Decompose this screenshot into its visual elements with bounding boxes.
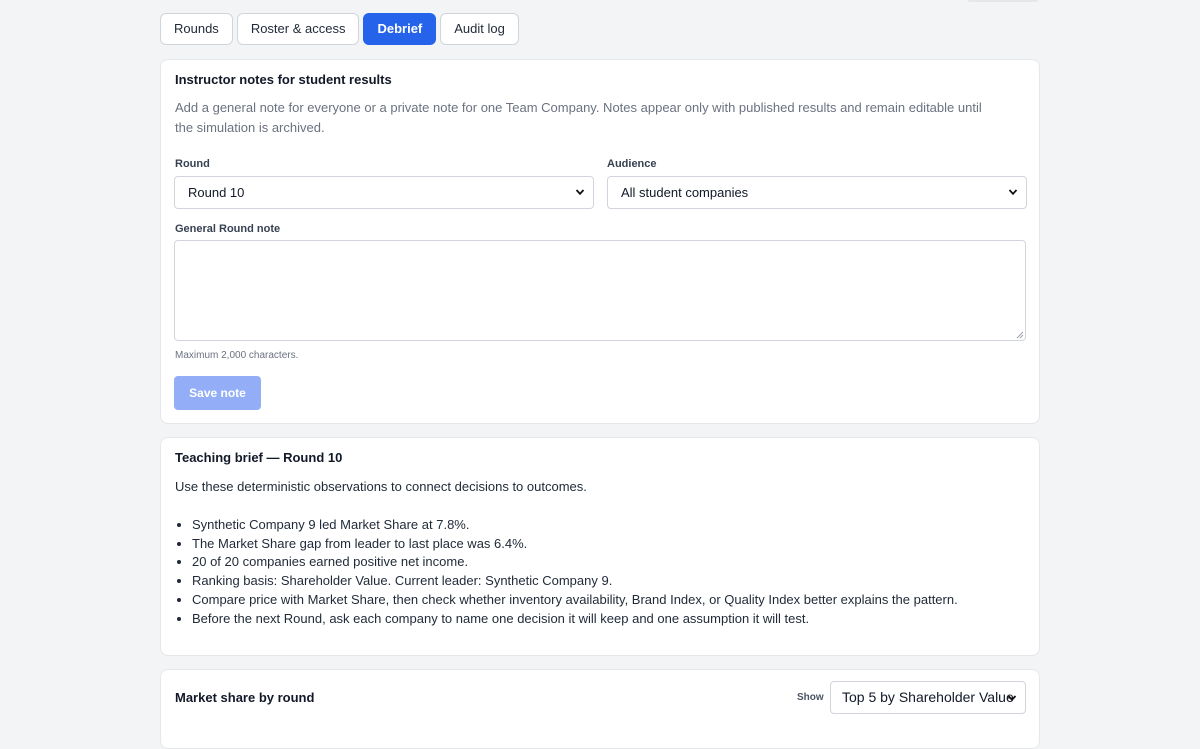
list-item: Synthetic Company 9 led Market Share at …	[192, 516, 958, 535]
list-item: 20 of 20 companies earned positive net i…	[192, 553, 958, 572]
show-select[interactable]: Top 5 by Shareholder Value	[830, 681, 1026, 714]
general-note-textarea[interactable]	[174, 240, 1026, 341]
character-limit-hint: Maximum 2,000 characters.	[175, 350, 299, 361]
save-note-button[interactable]: Save note	[174, 376, 261, 410]
audience-label: Audience	[607, 158, 657, 170]
tab-debrief[interactable]: Debrief	[363, 13, 437, 45]
market-share-title: Market share by round	[175, 690, 315, 705]
resize-handle-icon[interactable]	[1015, 330, 1024, 339]
list-item: The Market Share gap from leader to last…	[192, 535, 958, 554]
notes-description: Add a general note for everyone or a pri…	[175, 100, 982, 135]
chevron-down-icon	[1008, 189, 1018, 196]
list-item: Before the next Round, ask each company …	[192, 610, 958, 629]
round-select[interactable]: Round 10	[174, 176, 594, 209]
round-label: Round	[175, 158, 210, 170]
general-note-label: General Round note	[175, 223, 281, 235]
teaching-brief-card: Teaching brief — Round 10 Use these dete…	[160, 437, 1040, 656]
instructor-notes-card: Instructor notes for student results Add…	[160, 59, 1040, 424]
audience-select-value: All student companies	[621, 185, 749, 200]
top-bar-edge	[968, 0, 1038, 2]
list-item: Ranking basis: Shareholder Value. Curren…	[192, 572, 958, 591]
brief-intro: Use these deterministic observations to …	[175, 479, 587, 494]
audience-select[interactable]: All student companies	[607, 176, 1027, 209]
list-item: Compare price with Market Share, then ch…	[192, 591, 958, 610]
tab-audit-log[interactable]: Audit log	[440, 13, 519, 45]
tab-rounds[interactable]: Rounds	[160, 13, 233, 45]
notes-card-title: Instructor notes for student results	[175, 72, 392, 87]
chevron-down-icon	[575, 189, 585, 196]
show-select-value: Top 5 by Shareholder Value	[842, 689, 1014, 705]
brief-title: Teaching brief — Round 10	[175, 450, 343, 465]
chevron-down-icon	[1007, 695, 1017, 702]
tab-roster-access[interactable]: Roster & access	[236, 13, 360, 45]
market-share-card: Market share by round Show Top 5 by Shar…	[160, 669, 1040, 749]
round-select-value: Round 10	[188, 185, 245, 200]
section-tabs: Rounds Roster & access Debrief Audit log	[160, 13, 523, 45]
brief-observations-list: Synthetic Company 9 led Market Share at …	[175, 516, 958, 628]
show-label: Show	[797, 692, 824, 703]
